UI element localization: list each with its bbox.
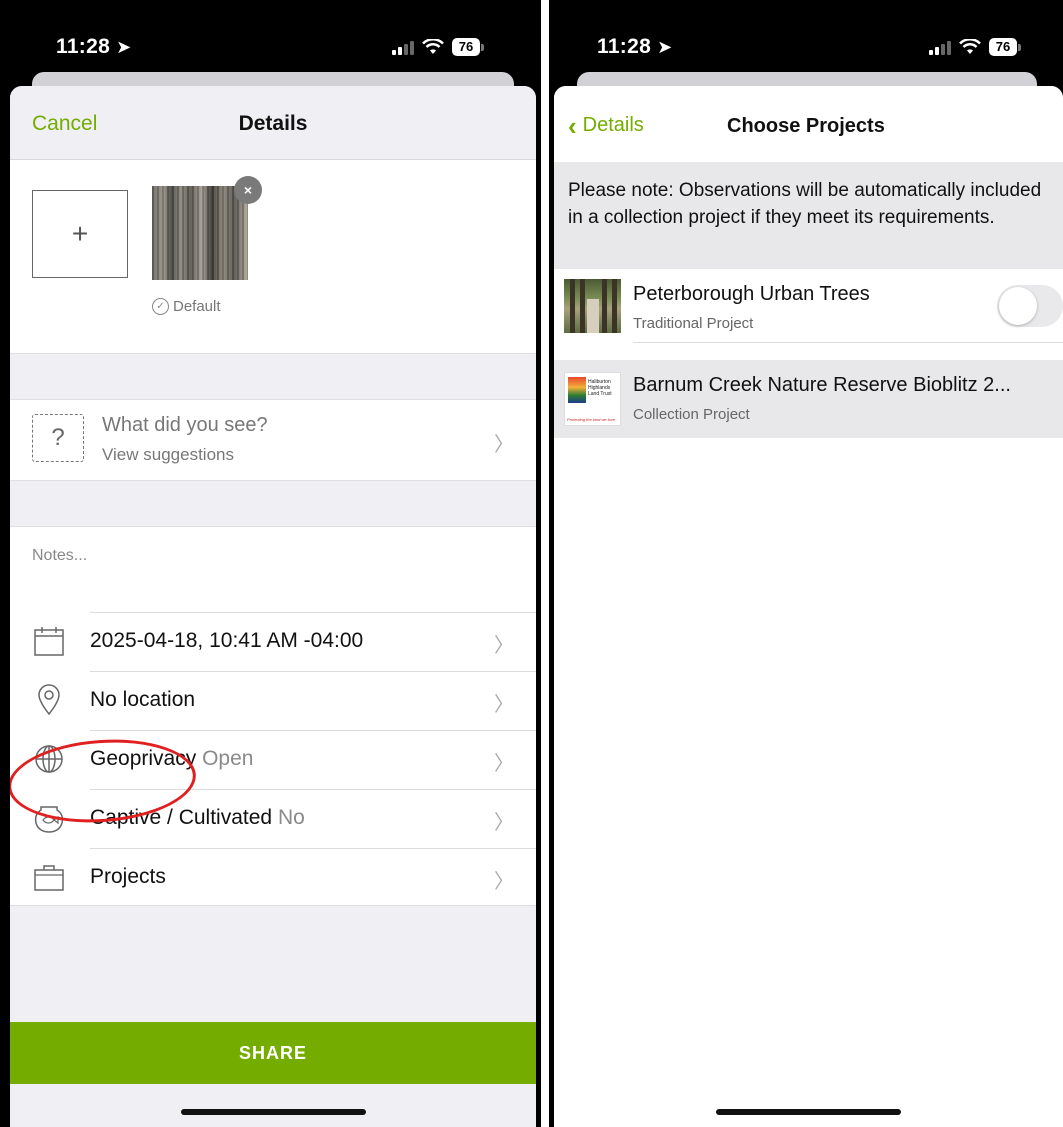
status-time: 11:28 ➤ [56,35,132,58]
details-sheet: Cancel Details + × ✓ Default ? What did … [10,86,536,1127]
home-indicator [181,1109,366,1115]
captive-value: No [277,806,305,829]
nav-bar: Cancel Details [10,86,536,160]
nav-bar: ‹ Details Choose Projects [554,86,1063,162]
chevron-right-icon: 〉 [494,812,514,834]
notes-section: Notes... 2025-04-18, 10:41 AM -04:00 〉 N… [10,527,536,906]
location-pin-icon [38,684,60,716]
location-label: No location [90,688,196,711]
identify-row[interactable]: ? What did you see? View suggestions 〉 [10,400,536,480]
date-row[interactable]: 2025-04-18, 10:41 AM -04:00 〉 [10,612,536,670]
chevron-right-icon: 〉 [494,434,514,456]
wifi-icon [959,39,981,54]
location-arrow-icon: ➤ [116,37,132,57]
project-row-peterborough[interactable]: Peterborough Urban Trees Traditional Pro… [554,269,1063,349]
notes-field[interactable]: Notes... [32,547,87,565]
chevron-left-icon: ‹ [568,110,577,141]
chevron-right-icon: 〉 [494,635,514,657]
battery-level: 76 [989,38,1017,56]
plus-icon: + [71,218,89,249]
projects-icon [34,865,64,891]
status-icons: 76 [392,38,484,56]
project-image-trees [564,279,621,333]
remove-photo-icon[interactable]: × [234,176,262,204]
chevron-right-icon: 〉 [494,694,514,716]
location-row[interactable]: No location 〉 [10,671,536,729]
default-photo-indicator[interactable]: ✓ Default [152,298,221,315]
question-mark-icon: ? [32,414,84,462]
status-icons: 76 [929,38,1021,56]
project-type: Traditional Project [633,315,754,332]
projects-label: Projects [90,865,166,888]
cellular-signal-icon [392,39,414,55]
bottom-safe-area [10,1084,536,1127]
status-bar: 11:28 ➤ 76 [559,10,1063,80]
project-row-barnum-creek[interactable]: Haliburton Highlands Land Trust Protecti… [554,360,1063,438]
wifi-icon [422,39,444,54]
page-title: Choose Projects [727,115,885,137]
project-logo-land-trust: Haliburton Highlands Land Trust Protecti… [564,372,621,426]
details-screen: 11:28 ➤ 76 Cancel Details + × ✓ Default … [0,0,541,1127]
photo-section: + × ✓ Default [10,160,536,353]
back-button[interactable]: ‹ Details [568,110,644,141]
status-time: 11:28 ➤ [597,35,673,58]
project-toggle[interactable] [997,285,1063,327]
battery-icon: 76 [989,38,1021,56]
choose-projects-screen: 11:28 ➤ 76 ‹ Details Choose Projects Ple… [549,0,1063,1127]
page-title: Details [238,112,308,135]
identify-title: What did you see? [102,414,268,436]
location-arrow-icon: ➤ [657,37,673,57]
status-bar: 11:28 ➤ 76 [10,10,541,80]
logo-text: Haliburton Highlands Land Trust [588,379,612,397]
identify-subtitle: View suggestions [102,445,234,464]
projects-sheet: ‹ Details Choose Projects Please note: O… [554,86,1063,1127]
projects-row[interactable]: Projects 〉 [10,848,536,906]
default-label: Default [173,298,221,315]
project-type: Collection Project [633,406,750,423]
date-label: 2025-04-18, 10:41 AM -04:00 [90,629,364,652]
project-name: Barnum Creek Nature Reserve Bioblitz 2..… [633,374,1011,396]
chevron-right-icon: 〉 [494,871,514,893]
photo-thumbnail[interactable] [152,186,248,280]
section-spacer [10,353,536,400]
cellular-signal-icon [929,39,951,55]
share-button[interactable]: SHARE [10,1022,536,1084]
battery-level: 76 [452,38,480,56]
logo-tagline: Protecting the land we love [567,417,616,422]
back-label: Details [582,114,644,136]
add-photo-button[interactable]: + [32,190,128,278]
check-circle-icon: ✓ [152,298,169,315]
project-name: Peterborough Urban Trees [633,283,870,305]
battery-icon: 76 [452,38,484,56]
geoprivacy-value: Open [202,747,254,770]
calendar-icon [34,627,64,656]
section-spacer [10,480,536,527]
home-indicator [716,1109,901,1115]
info-note: Please note: Observations will be automa… [554,162,1063,269]
chevron-right-icon: 〉 [494,753,514,775]
